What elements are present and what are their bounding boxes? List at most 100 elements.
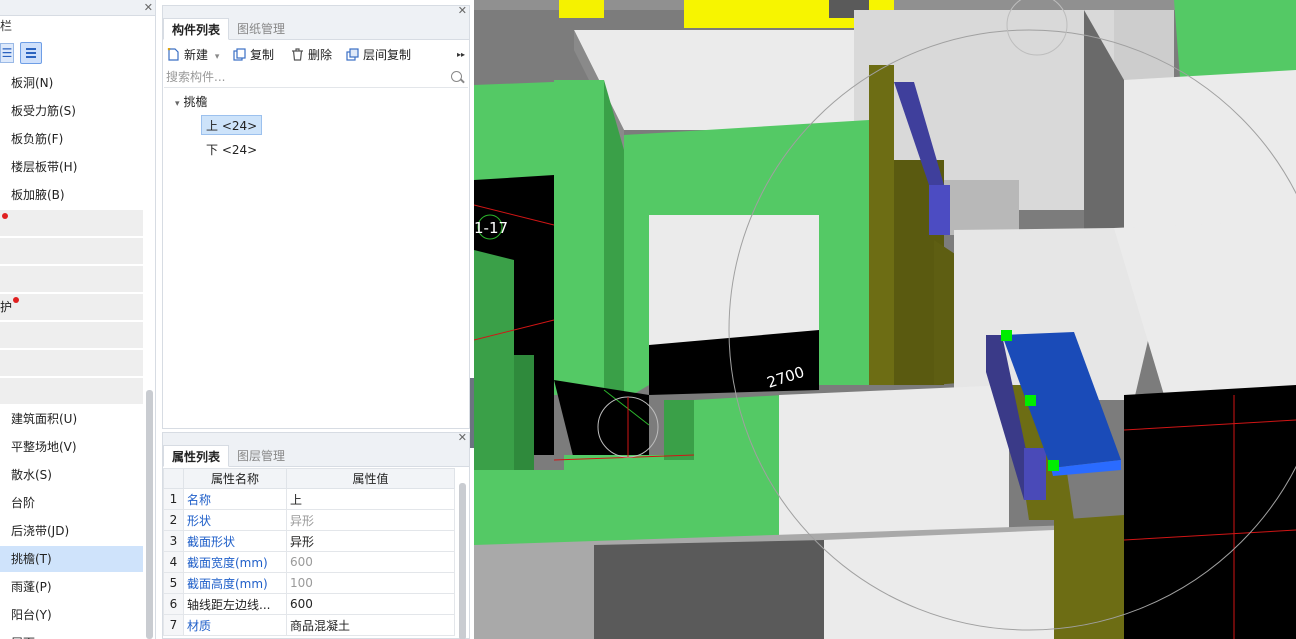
grip-point[interactable] — [1048, 460, 1059, 471]
nav-item[interactable] — [0, 238, 143, 264]
property-tabbar: 属性列表 图层管理 — [163, 445, 469, 467]
green-wall — [554, 80, 604, 395]
grip-point[interactable] — [1001, 330, 1012, 341]
property-table: 属性名称 属性值 1 名称上 2 形状 异形 3 截面形状 异形 4 截面宽度(mm) 600 5 截面… — [163, 468, 455, 636]
new-button[interactable]: 新建 ▾ — [167, 46, 219, 64]
tab-component-list[interactable]: 构件列表 — [163, 18, 230, 40]
column-header-name: 属性名称 — [183, 468, 287, 489]
property-value[interactable]: 100 — [286, 572, 455, 594]
green-wall-side — [514, 355, 534, 470]
collapse-arrow-icon[interactable]: ▾ — [175, 99, 180, 109]
nav-item[interactable] — [0, 266, 143, 292]
property-value[interactable]: 600 — [286, 551, 455, 573]
table-row[interactable]: 2 形状 异形 — [163, 509, 455, 531]
row-index: 5 — [163, 572, 184, 594]
3d-viewport[interactable]: 1-17 2700 — [474, 0, 1296, 639]
search-input[interactable] — [164, 68, 434, 86]
property-panel: ✕ 属性列表 图层管理 属性名称 属性值 1 名称上 2 形状 异形 3 截面形状 异形 4 截面… — [162, 431, 470, 639]
nav-item[interactable]: 散水(S) — [0, 462, 143, 488]
nav-scrollbar[interactable] — [146, 390, 153, 639]
panel-header: ✕ — [163, 4, 469, 18]
tab-layer-management[interactable]: 图层管理 — [229, 445, 293, 467]
property-value[interactable]: 600 — [286, 593, 455, 615]
row-index: 3 — [163, 530, 184, 552]
nav-item[interactable] — [0, 350, 143, 376]
nav-item[interactable] — [0, 210, 143, 236]
nav-item[interactable]: 后浇带(JD) — [0, 518, 143, 544]
tab-property-list[interactable]: 属性列表 — [163, 445, 230, 467]
nav-item[interactable] — [0, 378, 143, 404]
property-name: 名称 — [183, 488, 287, 510]
property-name: 材质 — [183, 614, 287, 636]
close-icon[interactable]: ✕ — [458, 431, 467, 444]
property-value[interactable]: 异形 — [286, 509, 455, 531]
nav-item[interactable]: 板负筋(F) — [0, 126, 143, 152]
tab-drawing-management[interactable]: 图纸管理 — [229, 18, 293, 40]
property-value[interactable]: 异形 — [286, 530, 455, 552]
table-row[interactable]: 1 名称上 — [163, 488, 455, 510]
olive-wall-face — [869, 65, 894, 385]
dropdown-arrow-icon[interactable]: ▾ — [215, 52, 220, 62]
green-wall-side — [474, 250, 514, 470]
table-row[interactable]: 7 材质 商品混凝土 — [163, 614, 455, 636]
layers-copy-icon — [346, 48, 359, 61]
nav-item[interactable] — [0, 322, 143, 348]
property-value[interactable]: 商品混凝土 — [286, 614, 455, 636]
row-index: 4 — [163, 551, 184, 573]
nav-item[interactable]: 雨蓬(P) — [0, 574, 143, 600]
floor-copy-button[interactable]: 层间复制 — [346, 46, 411, 64]
nav-item[interactable]: 楼层板带(H) — [0, 154, 143, 180]
warning-dot-icon — [2, 213, 8, 219]
table-row[interactable]: 5 截面高度(mm) 100 — [163, 572, 455, 594]
table-row[interactable]: 4 截面宽度(mm) 600 — [163, 551, 455, 573]
more-tools-icon[interactable]: ▸▸ — [457, 46, 465, 64]
nav-item[interactable]: 挑檐(T) — [0, 546, 143, 572]
table-row[interactable]: 6 轴线距左边线... 600 — [163, 593, 455, 615]
delete-button[interactable]: 删除 — [291, 46, 332, 64]
table-row[interactable]: 3 截面形状 异形 — [163, 530, 455, 552]
nav-item[interactable]: 板洞(N) — [0, 70, 143, 96]
tree-item-upper[interactable]: 上 <24> — [201, 115, 263, 135]
property-name: 截面高度(mm) — [183, 572, 287, 594]
nav-item[interactable]: 板受力筋(S) — [0, 98, 143, 124]
component-list-panel: ✕ 构件列表 图纸管理 新建 ▾ 复制 删除 层间复制 ▸▸ ▾挑檐 上 <24… — [162, 4, 470, 429]
nav-item[interactable]: 板加腋(B) — [0, 182, 143, 208]
index-column-header — [163, 468, 184, 489]
detail-view-button[interactable] — [20, 42, 42, 64]
wall-shadow — [594, 540, 824, 639]
nav-item[interactable]: 阳台(Y) — [0, 602, 143, 628]
3d-model-scene[interactable]: 1-17 2700 — [474, 0, 1296, 639]
row-index: 1 — [163, 488, 184, 510]
nav-item[interactable]: 台阶 — [0, 490, 143, 516]
nav-item[interactable]: 建筑面积(U) — [0, 406, 143, 432]
green-wall — [1174, 0, 1296, 78]
column-header-value: 属性值 — [286, 468, 455, 489]
close-icon[interactable]: ✕ — [458, 4, 467, 17]
tree-item-lower[interactable]: 下 <24> — [206, 140, 257, 160]
property-scrollbar[interactable] — [459, 483, 466, 639]
row-index: 2 — [163, 509, 184, 531]
navigation-panel: ✕ 栏 ☰ 板洞(N) 板受力筋(S) 板负筋(F) 楼层板带(H) 板加腋(B) 护建筑… — [0, 0, 156, 639]
list-view-button[interactable]: ☰ — [0, 43, 14, 63]
component-tabbar: 构件列表 图纸管理 — [163, 18, 469, 40]
beam-end — [929, 185, 950, 235]
nav-item[interactable]: 护 — [0, 294, 143, 320]
trash-icon — [292, 48, 303, 61]
nav-item[interactable]: 屋面 — [0, 630, 143, 639]
copy-button[interactable]: 复制 — [233, 46, 274, 64]
new-button-label: 新建 — [184, 48, 209, 62]
grey-wall — [779, 385, 1009, 538]
close-icon[interactable]: ✕ — [144, 1, 153, 14]
copy-button-label: 复制 — [250, 48, 275, 62]
property-name: 轴线距左边线... — [183, 593, 287, 615]
search-icon[interactable] — [451, 71, 462, 82]
nav-item[interactable]: 平整场地(V) — [0, 434, 143, 460]
row-index: 6 — [163, 593, 184, 615]
property-value[interactable]: 上 — [286, 488, 455, 510]
delete-button-label: 删除 — [308, 48, 333, 62]
warning-dot-icon — [13, 297, 19, 303]
tree-group-label: 挑檐 — [183, 95, 208, 109]
grip-point[interactable] — [1025, 395, 1036, 406]
nav-panel-title: 栏 — [0, 19, 13, 33]
tree-group-eave[interactable]: ▾ 挑檐 — [175, 92, 208, 112]
